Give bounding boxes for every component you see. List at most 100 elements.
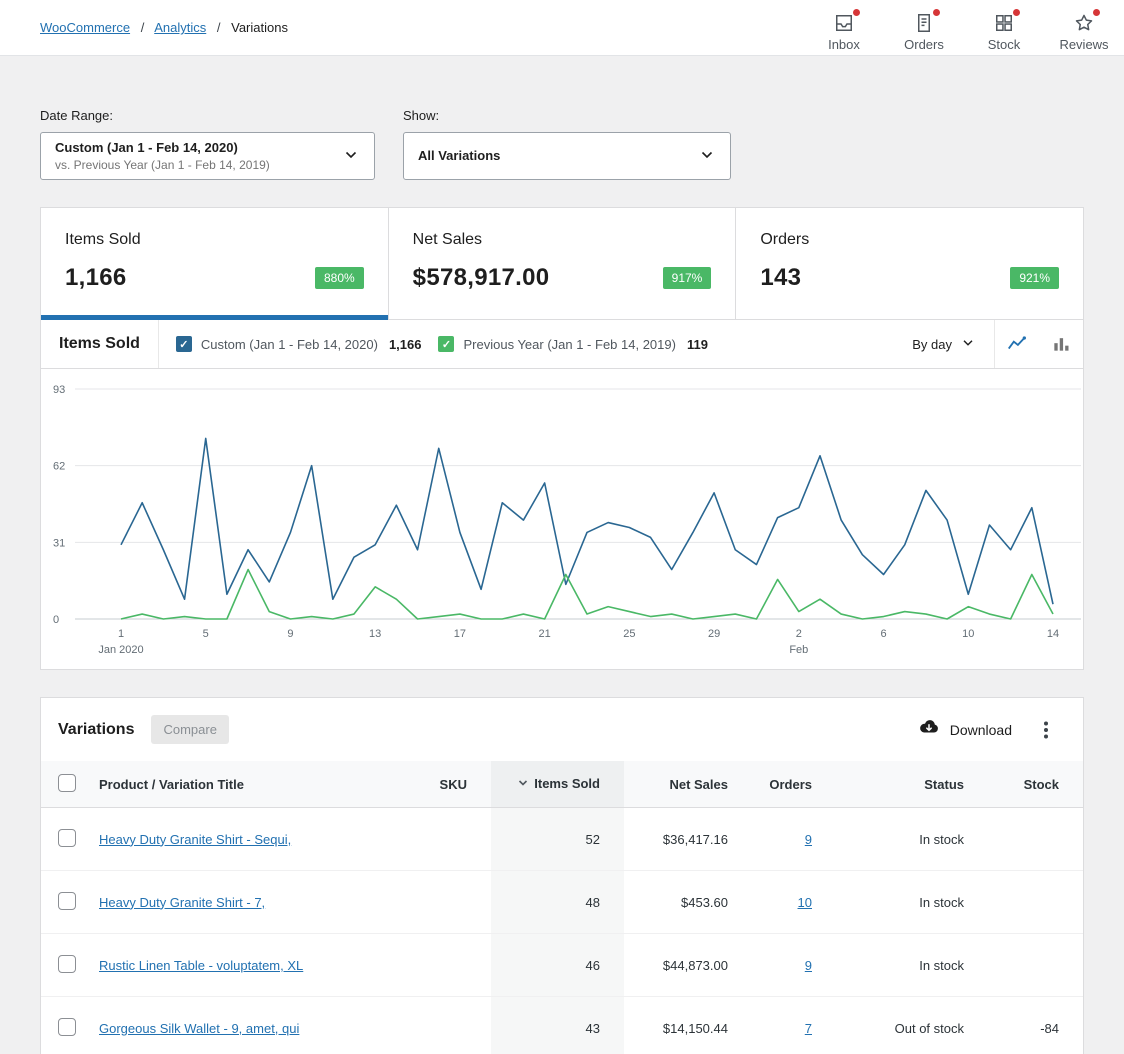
summary-tab-orders[interactable]: Orders 143 921%	[735, 208, 1083, 319]
svg-text:6: 6	[880, 628, 886, 640]
row-checkbox[interactable]	[58, 829, 76, 847]
nav-stock[interactable]: Stock	[964, 4, 1044, 52]
col-header-stock[interactable]: Stock	[988, 761, 1083, 808]
breadcrumb-link-woocommerce[interactable]: WooCommerce	[40, 20, 130, 35]
nav-label: Orders	[904, 37, 944, 52]
date-range-select[interactable]: Custom (Jan 1 - Feb 14, 2020) vs. Previo…	[40, 132, 375, 180]
breadcrumb-link-analytics[interactable]: Analytics	[154, 20, 206, 35]
nav-label: Inbox	[828, 37, 860, 52]
select-all-checkbox[interactable]	[58, 774, 76, 792]
summary-value: 1,166	[65, 264, 127, 292]
summary-label: Items Sold	[65, 231, 364, 249]
summary-value: $578,917.00	[413, 264, 550, 292]
top-bar: WooCommerce / Analytics / Variations Inb…	[0, 0, 1124, 56]
row-checkbox[interactable]	[58, 892, 76, 910]
chevron-down-icon	[698, 146, 716, 167]
nav-inbox[interactable]: Inbox	[804, 4, 884, 52]
col-header-items-sold[interactable]: Items Sold	[491, 761, 624, 808]
orders-link[interactable]: 10	[798, 895, 812, 910]
svg-text:1: 1	[118, 628, 124, 640]
line-chart-icon[interactable]	[995, 320, 1039, 368]
download-button[interactable]: Download	[917, 716, 1012, 743]
date-range-compare-value: vs. Previous Year (Jan 1 - Feb 14, 2019)	[55, 157, 270, 173]
sku-cell	[406, 934, 491, 997]
unread-dot	[852, 8, 861, 17]
orders-link[interactable]: 9	[805, 832, 812, 847]
col-header-sku[interactable]: SKU	[406, 761, 491, 808]
sku-cell	[406, 871, 491, 934]
unread-dot	[1092, 8, 1101, 17]
delta-badge: 880%	[315, 267, 364, 289]
kebab-menu-icon[interactable]	[1034, 718, 1058, 742]
chevron-down-icon	[960, 335, 976, 354]
product-link[interactable]: Heavy Duty Granite Shirt - Sequi,	[99, 832, 291, 847]
chart-type-toggle	[994, 320, 1083, 368]
product-link[interactable]: Heavy Duty Granite Shirt - 7,	[99, 895, 265, 910]
legend-checkbox-previous-year[interactable]	[438, 336, 454, 352]
summary-tab-items-sold[interactable]: Items Sold 1,166 880%	[41, 208, 388, 319]
status-cell: Out of stock	[836, 997, 988, 1054]
svg-text:2: 2	[796, 628, 802, 640]
svg-text:Jan 2020: Jan 2020	[98, 644, 143, 656]
activity-nav: Inbox Orders Stock Reviews	[804, 4, 1124, 52]
download-cloud-icon	[917, 716, 941, 743]
svg-text:17: 17	[454, 628, 466, 640]
interval-select[interactable]: By day	[894, 320, 994, 368]
status-cell: In stock	[836, 871, 988, 934]
table-row: Heavy Duty Granite Shirt - 7, 48 $453.60…	[41, 871, 1083, 934]
download-label: Download	[950, 722, 1012, 738]
delta-badge: 917%	[663, 267, 712, 289]
status-cell: In stock	[836, 934, 988, 997]
stock-cell	[988, 871, 1083, 934]
variations-table: Product / Variation Title SKU Items Sold…	[41, 761, 1083, 1054]
svg-text:5: 5	[203, 628, 209, 640]
row-checkbox[interactable]	[58, 1018, 76, 1036]
legend-custom-period[interactable]: Custom (Jan 1 - Feb 14, 2020) 1,166	[159, 320, 422, 368]
svg-text:62: 62	[53, 461, 65, 473]
table-row: Heavy Duty Granite Shirt - Sequi, 52 $36…	[41, 808, 1083, 871]
analytics-report-content: Date Range: Custom (Jan 1 - Feb 14, 2020…	[0, 108, 1124, 1054]
svg-text:14: 14	[1047, 628, 1059, 640]
bar-chart-icon[interactable]	[1039, 320, 1083, 368]
product-link[interactable]: Gorgeous Silk Wallet - 9, amet, qui	[99, 1021, 299, 1036]
summary-label: Net Sales	[413, 231, 712, 249]
orders-link[interactable]: 9	[805, 958, 812, 973]
compare-button[interactable]: Compare	[151, 715, 228, 744]
breadcrumb: WooCommerce / Analytics / Variations	[40, 20, 288, 35]
col-header-orders[interactable]: Orders	[752, 761, 836, 808]
chevron-down-icon	[342, 146, 360, 167]
col-header-product[interactable]: Product / Variation Title	[91, 761, 406, 808]
svg-text:Feb: Feb	[789, 644, 808, 656]
stock-cell	[988, 808, 1083, 871]
show-value: All Variations	[418, 147, 500, 165]
legend-checkbox-custom[interactable]	[176, 336, 192, 352]
legend-previous-year[interactable]: Previous Year (Jan 1 - Feb 14, 2019) 119	[421, 320, 707, 368]
table-toolbar: Variations Compare Download	[41, 698, 1083, 761]
show-select[interactable]: All Variations	[403, 132, 731, 180]
nav-orders[interactable]: Orders	[884, 4, 964, 52]
items-sold-cell: 43	[491, 997, 624, 1054]
svg-text:0: 0	[53, 614, 59, 626]
col-header-status[interactable]: Status	[836, 761, 988, 808]
show-label: Show:	[403, 108, 731, 123]
svg-text:31: 31	[53, 537, 65, 549]
stock-cell: -84	[988, 997, 1083, 1054]
date-range-filter: Date Range: Custom (Jan 1 - Feb 14, 2020…	[40, 108, 375, 180]
breadcrumb-current-page: Variations	[231, 20, 288, 35]
net-sales-cell: $453.60	[624, 871, 752, 934]
unread-dot	[932, 8, 941, 17]
row-checkbox[interactable]	[58, 955, 76, 973]
items-sold-cell: 46	[491, 934, 624, 997]
items-sold-chart: 03162931Jan 20205913172125292Feb61014	[41, 369, 1083, 669]
summary-tab-net-sales[interactable]: Net Sales $578,917.00 917%	[388, 208, 736, 319]
orders-link[interactable]: 7	[805, 1021, 812, 1036]
legend-label: Custom (Jan 1 - Feb 14, 2020)	[201, 337, 378, 352]
col-header-net-sales[interactable]: Net Sales	[624, 761, 752, 808]
table-row: Gorgeous Silk Wallet - 9, amet, qui 43 $…	[41, 997, 1083, 1054]
sku-cell	[406, 997, 491, 1054]
legend-total: 1,166	[389, 337, 422, 352]
variations-table-card: Variations Compare Download Product / Va…	[40, 697, 1084, 1054]
nav-label: Stock	[988, 37, 1021, 52]
nav-reviews[interactable]: Reviews	[1044, 4, 1124, 52]
product-link[interactable]: Rustic Linen Table - voluptatem, XL	[99, 958, 303, 973]
